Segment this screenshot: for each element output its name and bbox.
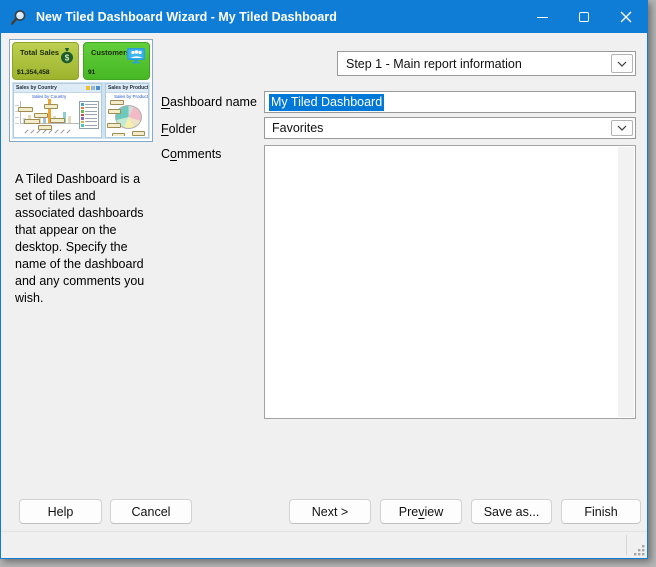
y-axis (20, 101, 21, 124)
step-selector-value: Step 1 - Main report information (338, 57, 609, 71)
tile-title: Total Sales (20, 48, 59, 57)
dashboard-preview-thumbnail: Total Sales $ $1,354,458 Customers (9, 39, 153, 142)
tile-total-sales: Total Sales $ $1,354,458 (12, 42, 79, 80)
comments-label: Comments (161, 147, 221, 161)
panel-sales-by-product-category: Sales by Product Category Sales by Produ… (105, 83, 149, 138)
panel-title: Sales by Country (16, 85, 57, 91)
pie-chart-mini: Sales by Product Category (106, 93, 148, 136)
panel-header: Sales by Country (14, 84, 101, 93)
window-title: New Tiled Dashboard Wizard - My Tiled Da… (36, 10, 337, 24)
monitor-users-icon (126, 47, 146, 64)
minimize-icon (537, 17, 548, 18)
comments-scrollbar[interactable] (618, 147, 634, 417)
panel-sales-by-country: Sales by Country Sales by Country (13, 83, 102, 138)
tile-value: $1,354,458 (17, 69, 50, 76)
wizard-step-selector[interactable]: Step 1 - Main report information (337, 51, 636, 76)
folder-value: Favorites (265, 121, 609, 135)
refresh-icon (91, 86, 95, 90)
tile-title: Customers (91, 48, 130, 57)
step-selector-dropdown-button[interactable] (611, 54, 633, 73)
folder-dropdown-button[interactable] (611, 120, 633, 136)
maximize-icon (579, 12, 589, 22)
close-icon (620, 11, 632, 23)
wizard-dialog: New Tiled Dashboard Wizard - My Tiled Da… (0, 0, 648, 559)
preview-dashboard-panels: Sales by Country Sales by Country (12, 82, 150, 139)
close-button[interactable] (605, 1, 647, 33)
next-button[interactable]: Next > (289, 499, 371, 524)
tile-value: 91 (88, 69, 95, 76)
edit-icon (96, 86, 100, 90)
panel-title: Sales by Product Category (108, 85, 148, 91)
status-bar (1, 531, 647, 558)
cancel-button[interactable]: Cancel (110, 499, 192, 524)
maximize-tile-icon (86, 86, 90, 90)
title-bar: New Tiled Dashboard Wizard - My Tiled Da… (1, 1, 647, 33)
svg-text:$: $ (65, 54, 70, 63)
finish-button[interactable]: Finish (561, 499, 641, 524)
window-controls (521, 1, 647, 33)
comments-textarea[interactable] (264, 145, 636, 419)
preview-button[interactable]: Preview (380, 499, 462, 524)
panel-toolbar-icons (86, 86, 100, 90)
minimize-button[interactable] (521, 1, 563, 33)
preview-tiles: Total Sales $ $1,354,458 Customers (12, 42, 150, 80)
status-bar-separator (626, 535, 627, 555)
tile-customers: Customers 91 (83, 42, 150, 80)
wizard-description-text: A Tiled Dashboard is a set of tiles and … (15, 171, 148, 307)
dashboard-name-value-selected: My Tiled Dashboard (269, 94, 384, 111)
save-as-button[interactable]: Save as... (471, 499, 552, 524)
help-button[interactable]: Help (19, 499, 102, 524)
chevron-down-icon (617, 125, 627, 131)
folder-combobox[interactable]: Favorites (264, 117, 636, 139)
magnifier-app-icon (10, 9, 27, 26)
dashboard-name-input[interactable]: My Tiled Dashboard (264, 91, 636, 113)
chart-legend (79, 101, 99, 129)
bar-chart-mini: Sales by Country (14, 93, 101, 136)
chevron-down-icon (617, 61, 627, 67)
maximize-button[interactable] (563, 1, 605, 33)
chart-title: Sales by Product Category (114, 94, 148, 99)
resize-grip-icon[interactable] (634, 545, 645, 556)
panel-header: Sales by Product Category (106, 84, 148, 93)
money-bag-icon: $ (59, 47, 75, 64)
folder-label: Folder (161, 122, 196, 136)
dashboard-name-label: Dashboard name (161, 95, 257, 109)
